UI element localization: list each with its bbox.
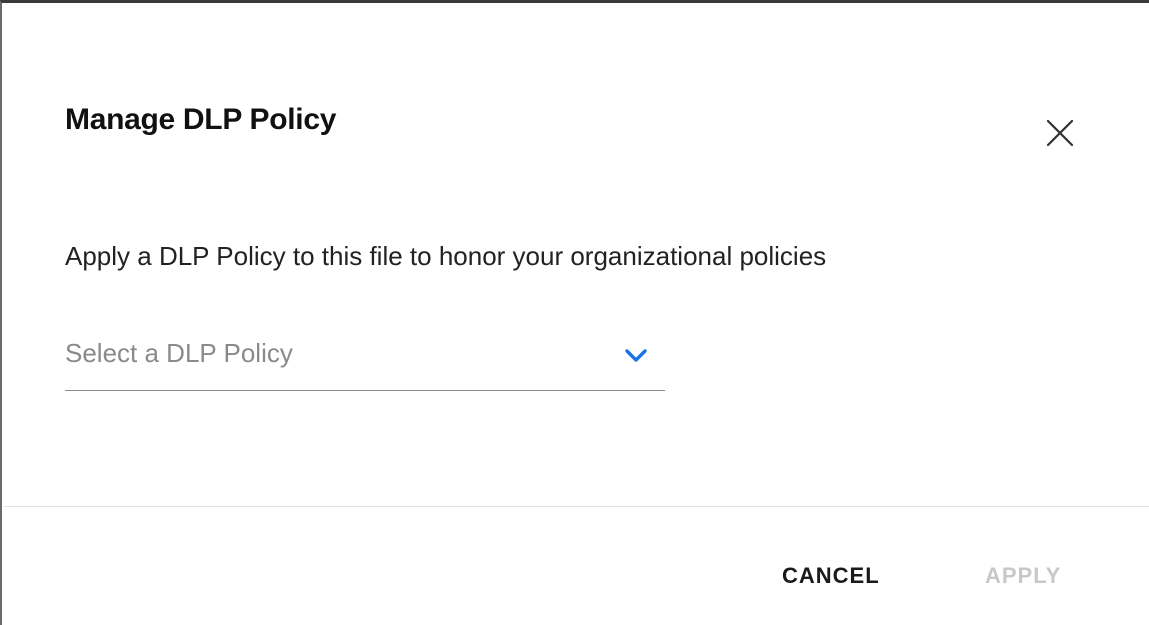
cancel-button[interactable]: CANCEL — [782, 563, 880, 589]
chevron-down-icon — [623, 347, 649, 365]
apply-button[interactable]: APPLY — [985, 563, 1061, 589]
dialog-description: Apply a DLP Policy to this file to honor… — [65, 241, 827, 271]
dialog-title: Manage DLP Policy — [65, 103, 337, 136]
footer-divider — [4, 506, 1149, 507]
close-button[interactable] — [1042, 115, 1078, 151]
dlp-policy-select[interactable]: Select a DLP Policy — [65, 333, 665, 391]
manage-dlp-policy-dialog: Manage DLP Policy Apply a DLP Policy to … — [0, 0, 1149, 625]
close-icon — [1042, 115, 1078, 151]
dlp-policy-select-placeholder: Select a DLP Policy — [65, 338, 293, 368]
